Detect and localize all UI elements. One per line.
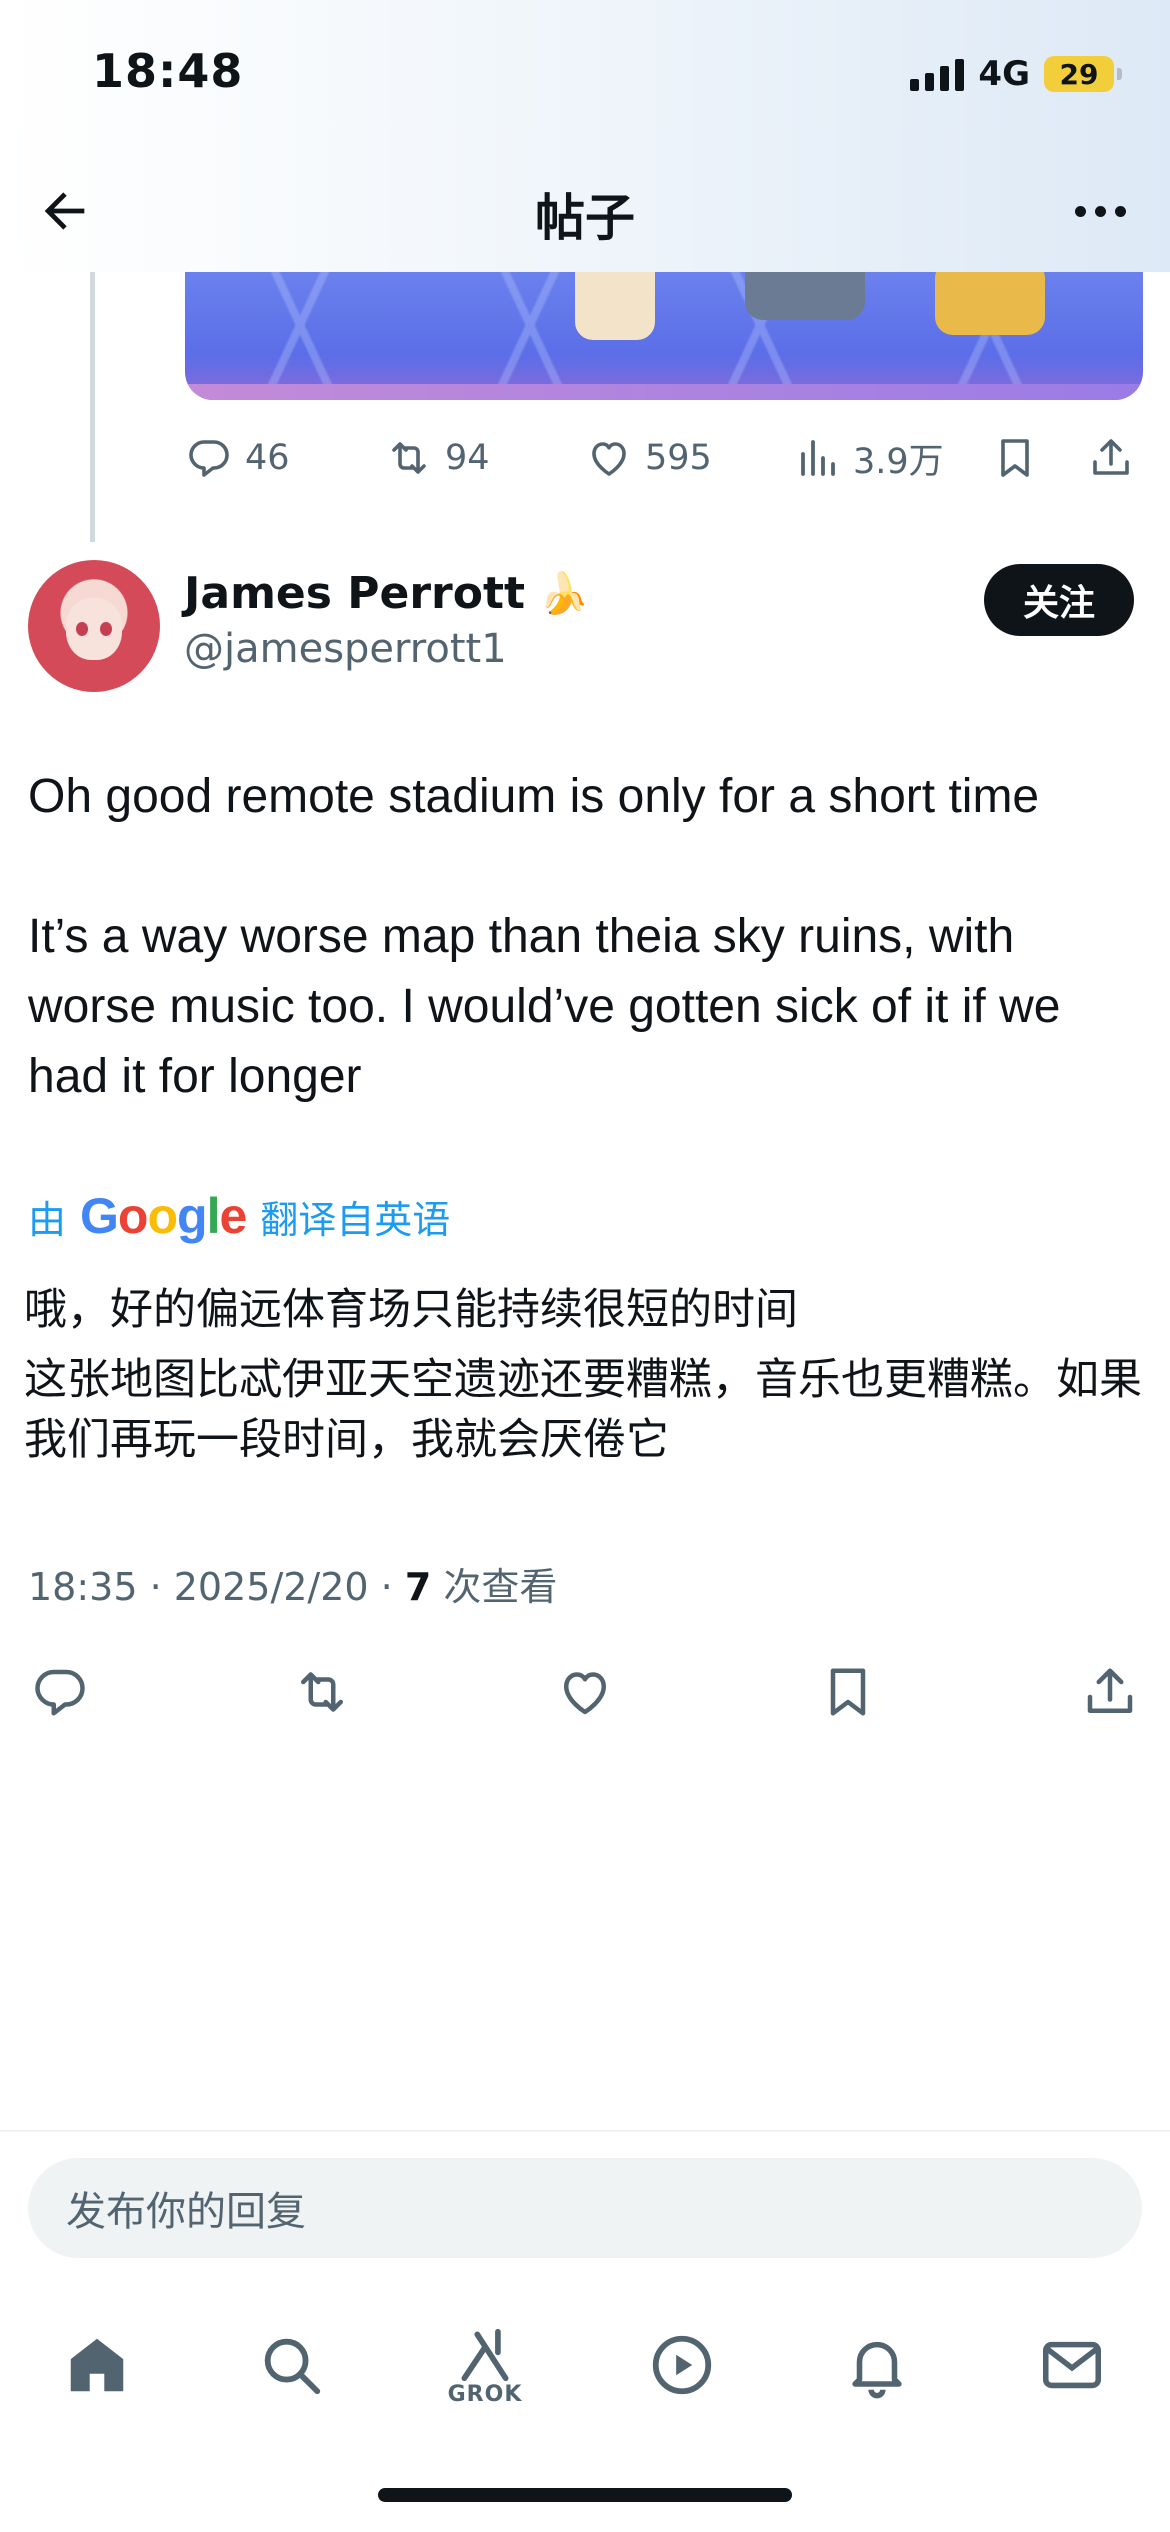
google-logo-letter: o [147,1188,178,1244]
views-icon [801,440,835,476]
reply-composer: 发布你的回复 [0,2130,1170,2280]
bookmark-icon [830,1668,866,1716]
notifications-icon [852,2341,902,2399]
cellular-signal-icon [910,57,965,91]
tweet-body: Oh good remote stadium is only for a sho… [28,762,1148,1112]
home-icon [70,2338,124,2392]
tab-search[interactable] [236,2310,346,2420]
translated-paragraph: 这张地图比忒伊亚天空遗迹还要糟糕，音乐也更糟糕。如果我们再玩一段时间，我就会厌倦… [24,1355,1142,1465]
more-button[interactable] [1060,176,1140,246]
parent-tweet-actions: 46 94 595 3.9万 [185,428,1143,488]
like-icon [592,442,626,476]
repost-icon [392,442,426,474]
more-icon-dot [1114,205,1126,217]
bottom-tab-bar: GROK [0,2290,1170,2440]
bookmark-icon [1001,439,1029,477]
network-type: 4G [978,54,1030,94]
reply-input[interactable]: 发布你的回复 [28,2158,1142,2258]
view-label: 次查看 [431,1565,558,1609]
bookmark-button[interactable] [812,1656,884,1728]
parent-bookmark-button[interactable] [991,428,1039,488]
view-count: 7 [404,1565,432,1609]
avatar[interactable] [28,560,160,692]
battery-icon: 29 [1044,56,1122,92]
parent-like-count: 595 [645,438,712,478]
banana-emoji: 🍌 [539,571,589,617]
page-header: 帖子 [0,150,1170,272]
tab-grok[interactable]: GROK [430,2310,540,2420]
tweet-actions [24,1656,1146,1728]
share-button[interactable] [1074,1656,1146,1728]
google-logo-letter: e [219,1188,247,1244]
google-logo-letter: o [117,1188,149,1244]
home-indicator[interactable] [378,2488,792,2502]
repost-icon [301,1672,343,1712]
parent-tweet-image[interactable] [185,250,1143,400]
more-icon [1074,205,1086,217]
google-logo-letter: l [206,1188,221,1244]
parent-repost-count: 94 [445,438,490,478]
page-title: 帖子 [535,189,635,247]
author-name[interactable]: James Perrott 🍌 [184,568,589,619]
battery-level: 29 [1059,57,1099,91]
status-indicators: 4G 29 [910,52,1122,96]
tweet-author: James Perrott 🍌 @jamesperrott1 关注 [28,560,1148,695]
reply-icon [35,1669,85,1716]
reply-icon [189,440,229,477]
tweet-paragraph: It’s a way worse map than theia sky ruin… [28,910,1061,1103]
thread-connector [90,272,95,542]
video-icon [652,2335,712,2395]
reply-button[interactable] [24,1656,96,1728]
repost-button[interactable] [286,1656,358,1728]
translate-suffix: 翻译自英语 [260,1197,451,1242]
parent-like-button[interactable]: 595 [585,428,712,488]
author-display-name: James Perrott [184,568,526,619]
tweet-timestamp: 18:35 · 2025/2/20 · [28,1565,405,1609]
google-logo-letter: g [177,1188,208,1244]
parent-reply-button[interactable]: 46 [185,428,290,488]
like-button[interactable] [549,1656,621,1728]
tab-home[interactable] [42,2310,152,2420]
tweet-paragraph: Oh good remote stadium is only for a sho… [28,770,1040,823]
google-logo-letter: G [80,1188,119,1244]
parent-reply-count: 46 [245,438,290,478]
parent-share-button[interactable] [1087,428,1135,488]
translated-paragraph: 哦，好的偏远体育场只能持续很短的时间 [24,1285,798,1335]
parent-views-count: 3.9万 [853,441,944,482]
author-handle[interactable]: @jamesperrott1 [184,626,507,672]
tab-notifications[interactable] [822,2310,932,2420]
status-bar: 18:48 4G 29 [0,0,1170,150]
tab-video[interactable] [627,2310,737,2420]
tab-messages[interactable] [1017,2310,1127,2420]
parent-repost-button[interactable]: 94 [385,428,490,488]
like-icon [564,1672,606,1715]
share-icon [1093,439,1129,475]
follow-button[interactable]: 关注 [984,564,1134,636]
status-time: 18:48 [92,44,244,98]
share-icon [1087,1668,1133,1713]
top-bar: 18:48 4G 29 帖子 [0,0,1170,272]
translated-text: 哦，好的偏远体育场只能持续很短的时间 这张地图比忒伊亚天空遗迹还要糟糕，音乐也更… [24,1280,1144,1480]
translation-attribution[interactable]: 由 Google 翻译自英语 [28,1186,450,1246]
messages-icon [1042,2341,1102,2389]
search-icon [264,2338,321,2395]
grok-icon [461,2328,509,2381]
tweet-meta: 18:35 · 2025/2/20 · 7 次查看 [28,1556,557,1611]
more-icon-dot [1094,205,1106,217]
google-logo: Google [80,1187,247,1245]
grok-label: GROK [447,2381,523,2407]
translate-prefix: 由 [28,1197,67,1242]
parent-views-button[interactable]: 3.9万 [793,428,944,488]
